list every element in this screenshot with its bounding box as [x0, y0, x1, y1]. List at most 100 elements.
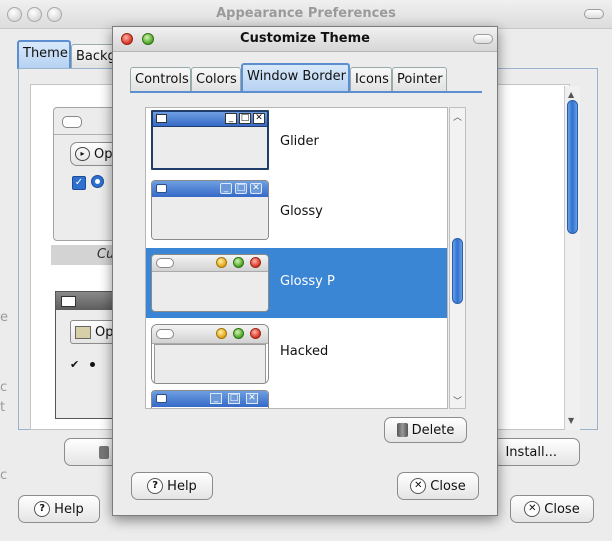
dialog-titlebar[interactable]: Customize Theme	[113, 27, 497, 52]
thumbnail-titlebar: _ □ ✕	[152, 181, 268, 197]
tab-icons[interactable]: Icons	[350, 67, 392, 91]
tab-colors[interactable]: Colors	[191, 67, 241, 91]
window-menu-icon	[156, 258, 174, 268]
radio-dot-icon	[90, 362, 95, 367]
close-icon: ✕	[253, 113, 265, 124]
window-title: Appearance Preferences	[216, 6, 396, 21]
tab-label: Theme	[23, 46, 68, 61]
maximize-icon	[233, 328, 244, 339]
help-icon: ?	[34, 501, 51, 517]
close-icon: ✕	[410, 478, 427, 494]
minimize-icon	[216, 328, 227, 339]
list-item[interactable]: _ □ ✕ Glider	[146, 108, 447, 178]
thumbnail-body	[154, 344, 266, 383]
thumbnail-titlebar	[152, 255, 268, 272]
help-button-label: Help	[54, 501, 84, 517]
radio-icon	[91, 175, 104, 188]
minimize-icon: _	[210, 393, 222, 404]
maximize-icon: □	[235, 183, 247, 194]
checkbox-icon: ✓	[72, 176, 86, 190]
list-item-selected[interactable]: Glossy P	[146, 248, 447, 318]
maximize-icon	[233, 257, 244, 268]
tab-panel-border	[130, 91, 482, 93]
window-menu-icon	[156, 329, 174, 339]
theme-name: Glossy P	[280, 274, 335, 289]
thumbnail-titlebar	[152, 325, 268, 344]
close-button[interactable]: ✕ Close	[510, 495, 594, 523]
scroll-down-icon[interactable]: ﹀	[453, 394, 462, 407]
window-menu-icon	[62, 116, 82, 128]
theme-thumbnail: _ □ ✕	[151, 110, 269, 170]
preview-button-label: Op	[94, 146, 113, 162]
folder-icon	[75, 325, 91, 339]
help-button[interactable]: ? Help	[18, 495, 100, 523]
toolbar-toggle-icon[interactable]	[584, 9, 604, 19]
obscured-text: t	[0, 400, 6, 415]
theme-thumbnail	[151, 324, 269, 384]
tab-label: Backg	[76, 49, 115, 64]
customize-theme-dialog: Customize Theme Controls Colors Window B…	[112, 26, 498, 516]
delete-button-label: Delete	[411, 422, 455, 438]
minimize-icon	[216, 257, 227, 268]
close-icon: ✕	[250, 183, 262, 194]
thumbnail-titlebar: _ □ ✕	[152, 391, 268, 407]
close-icon: ✕	[246, 393, 258, 404]
help-button-label: Help	[167, 478, 197, 494]
close-icon	[250, 328, 261, 339]
theme-thumbnail	[151, 254, 269, 312]
window-menu-icon	[61, 296, 76, 307]
toolbar-toggle-icon[interactable]	[473, 34, 493, 44]
theme-name: Glider	[280, 134, 319, 149]
help-button[interactable]: ? Help	[131, 472, 213, 500]
tab-theme[interactable]: Theme	[17, 40, 71, 69]
thumbnail-body	[152, 197, 268, 239]
list-scrollbar[interactable]: ︿ ﹀	[449, 107, 466, 409]
theme-thumbnail: _ □ ✕	[151, 390, 269, 408]
obscured-text: e	[0, 310, 8, 325]
list-item[interactable]: _ □ ✕	[146, 388, 447, 408]
minimize-icon: _	[220, 183, 232, 194]
scroll-up-icon[interactable]: ︿	[453, 110, 462, 123]
list-item[interactable]: _ □ ✕ Glossy	[146, 178, 447, 248]
maximize-icon: □	[239, 113, 251, 124]
obscured-text: c	[0, 468, 8, 483]
install-button-label: Install...	[505, 444, 557, 460]
tab-window-border[interactable]: Window Border	[241, 63, 350, 93]
dialog-title: Customize Theme	[240, 31, 370, 46]
thumbnail-body	[152, 272, 268, 311]
tab-label: Icons	[355, 72, 389, 87]
close-button[interactable]: ✕ Close	[397, 472, 479, 500]
trash-icon	[99, 445, 109, 459]
tab-label: Window Border	[247, 69, 346, 84]
close-button-label: Close	[544, 501, 580, 517]
theme-thumbnail: _ □ ✕	[151, 180, 269, 240]
check-mark-icon: ✔	[70, 358, 80, 371]
obscured-text: c	[0, 380, 8, 395]
minimize-icon: _	[225, 113, 237, 124]
tab-background[interactable]: Backg	[71, 44, 115, 68]
close-icon: ✕	[524, 501, 541, 517]
theme-list-scrollbar[interactable]: ▲ ▼	[564, 86, 580, 430]
scrollbar-thumb[interactable]	[452, 238, 463, 304]
delete-button[interactable]: Delete	[384, 417, 467, 443]
tab-controls[interactable]: Controls	[130, 67, 191, 91]
window-border-list[interactable]: _ □ ✕ Glider _ □ ✕ Glossy Glossy P Hacke…	[145, 107, 448, 409]
tab-pointer[interactable]: Pointer	[392, 67, 447, 91]
theme-name: Hacked	[280, 344, 329, 359]
tab-label: Controls	[135, 72, 189, 87]
close-button-label: Close	[430, 478, 466, 494]
scroll-down-icon[interactable]: ▼	[568, 416, 574, 425]
window-menu-icon	[156, 394, 167, 403]
scroll-up-icon[interactable]: ▲	[568, 90, 574, 99]
tab-label: Colors	[196, 72, 237, 87]
maximize-icon: □	[228, 393, 240, 404]
help-icon: ?	[147, 478, 164, 494]
trash-icon	[396, 423, 408, 437]
window-titlebar[interactable]: Appearance Preferences	[0, 0, 612, 29]
scrollbar-thumb[interactable]	[567, 100, 578, 234]
preview-button-label: Op	[95, 324, 114, 340]
folder-icon: ▸	[75, 147, 90, 161]
list-item[interactable]: Hacked	[146, 318, 447, 388]
close-icon	[250, 257, 261, 268]
tab-label: Pointer	[397, 72, 443, 87]
